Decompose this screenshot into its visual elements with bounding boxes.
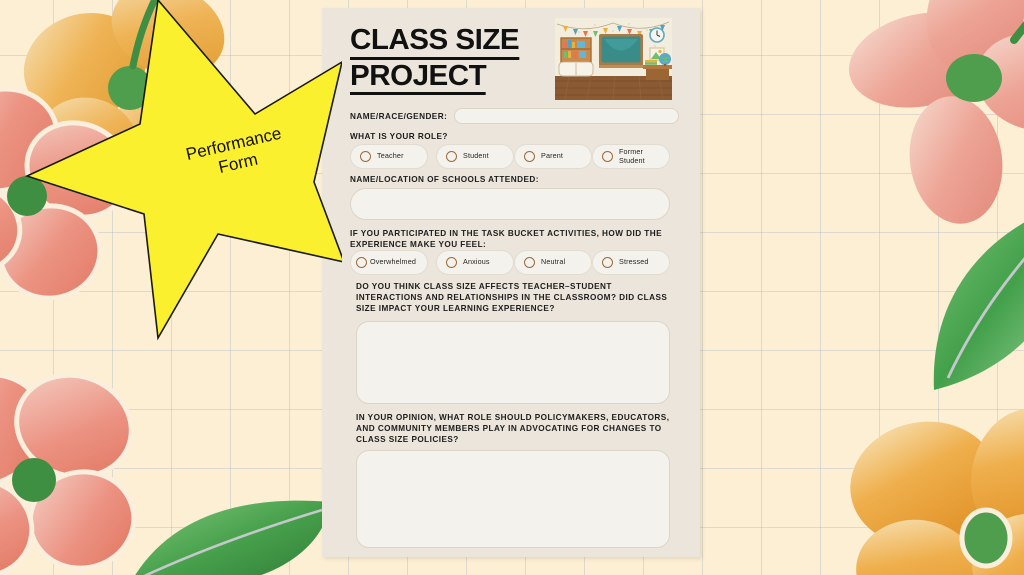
title-line-2: PROJECT — [350, 61, 487, 96]
label-schools-attended: NAME/LOCATION OF SCHOOLS ATTENDED: — [350, 175, 539, 184]
radio-label-former-student: Former Student — [619, 146, 645, 165]
radio-pill-former-student[interactable]: Former Student — [592, 144, 670, 169]
radio-label-anxious: Anxious — [463, 257, 490, 267]
radio-pill-teacher[interactable]: Teacher — [350, 144, 428, 169]
radio-circle-student[interactable] — [446, 151, 457, 162]
radio-label-neutral: Neutral — [541, 257, 566, 267]
input-schools-attended[interactable] — [350, 188, 670, 220]
textarea-class-size-interactions[interactable] — [356, 321, 670, 404]
radio-circle-neutral[interactable] — [524, 257, 535, 268]
textarea-policymaker-role[interactable] — [356, 450, 670, 548]
radio-circle-parent[interactable] — [524, 151, 535, 162]
radio-circle-overwhelmed[interactable] — [356, 257, 367, 268]
star-icon — [24, 0, 346, 341]
radio-pill-overwhelmed[interactable]: Overwhelmed — [350, 250, 428, 275]
label-task-bucket-feeling: IF YOU PARTICIPATED IN THE TASK BUCKET A… — [350, 229, 663, 249]
radio-label-teacher: Teacher — [377, 151, 404, 161]
label-role: WHAT IS YOUR ROLE? — [350, 132, 448, 141]
title-line-1: CLASS SIZE — [350, 25, 520, 60]
radio-circle-teacher[interactable] — [360, 151, 371, 162]
radio-circle-former-student[interactable] — [602, 151, 613, 162]
label-name-race-gender: NAME/RACE/GENDER: — [350, 112, 448, 121]
label-class-size-interactions: DO YOU THINK CLASS SIZE AFFECTS TEACHER–… — [356, 282, 668, 313]
radio-circle-anxious[interactable] — [446, 257, 457, 268]
radio-pill-anxious[interactable]: Anxious — [436, 250, 514, 275]
canvas: CLASS SIZE PROJECT NAME/RACE/GENDER: WHA… — [0, 0, 1024, 575]
radio-label-parent: Parent — [541, 151, 564, 161]
label-policymaker-role: IN YOUR OPINION, WHAT ROLE SHOULD POLICY… — [356, 413, 670, 444]
radio-pill-neutral[interactable]: Neutral — [514, 250, 592, 275]
radio-pill-student[interactable]: Student — [436, 144, 514, 169]
radio-pill-stressed[interactable]: Stressed — [592, 250, 670, 275]
radio-label-student: Student — [463, 151, 489, 161]
form-paper: CLASS SIZE PROJECT NAME/RACE/GENDER: WHA… — [322, 8, 700, 557]
page-title: CLASS SIZE PROJECT — [350, 25, 580, 96]
radio-label-stressed: Stressed — [619, 257, 649, 267]
performance-form-star-sticker[interactable]: Performance Form — [22, 0, 346, 344]
radio-pill-parent[interactable]: Parent — [514, 144, 592, 169]
radio-label-overwhelmed: Overwhelmed — [370, 257, 416, 267]
input-name-race-gender[interactable] — [454, 108, 679, 124]
classroom-illustration — [555, 18, 672, 100]
radio-circle-stressed[interactable] — [602, 257, 613, 268]
